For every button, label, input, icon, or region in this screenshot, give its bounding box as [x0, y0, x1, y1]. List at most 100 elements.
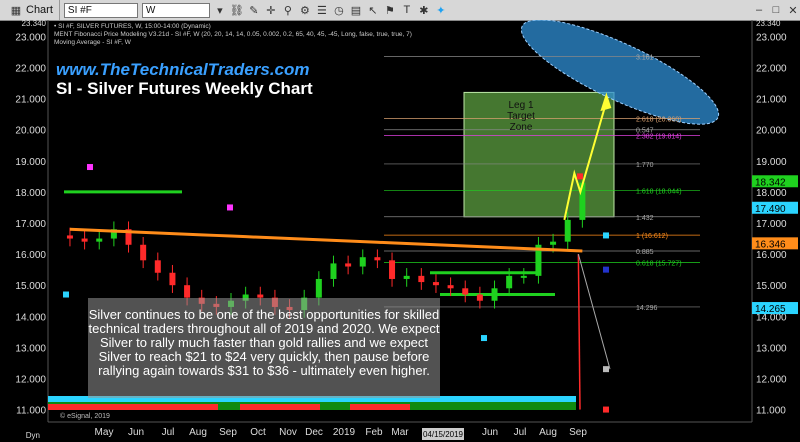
- website-url[interactable]: www.TheTechnicalTraders.com: [56, 60, 310, 80]
- y-tick-label-right: 22.000: [756, 64, 787, 75]
- y-tick-label-right: 12.000: [756, 374, 787, 385]
- y-tick-label-left: 20.000: [15, 126, 46, 137]
- x-tick-label: Jul: [514, 427, 527, 438]
- copyright-text: © eSignal, 2019: [60, 412, 110, 420]
- fib-level-label: 1 (16.612): [636, 233, 668, 240]
- interval-input[interactable]: W: [141, 2, 210, 18]
- y-tick-label-left: 21.000: [15, 95, 46, 106]
- pencil-icon[interactable]: ✎: [247, 3, 261, 17]
- list-icon[interactable]: ☰: [315, 3, 329, 17]
- info-line: MENT Fibonacci Price Modeling V3.21d - S…: [54, 31, 412, 38]
- signal-bar-red: [240, 404, 320, 410]
- maximize-icon[interactable]: □: [769, 3, 783, 17]
- x-tick-label: Dec: [305, 427, 323, 438]
- cursor-icon[interactable]: ↖: [366, 3, 380, 17]
- down-projection-line: [577, 254, 581, 410]
- description-box: Silver continues to be one of the best o…: [88, 298, 440, 398]
- indicator-info: • SI #F, SILVER FUTURES, W, 15:00-14:00 …: [54, 23, 412, 47]
- chart-tab[interactable]: ▦ Chart: [0, 0, 60, 20]
- y-tick-label-right: 20.000: [756, 126, 787, 137]
- price-tag-label: 14.265: [755, 304, 786, 315]
- level-marker: [227, 204, 233, 211]
- level-marker: [603, 266, 609, 273]
- candle-body: [330, 263, 337, 279]
- symbol-input[interactable]: SI #F: [63, 2, 138, 18]
- dropdown-icon[interactable]: ▾: [213, 3, 227, 17]
- link-icon[interactable]: ⛓: [230, 3, 244, 17]
- x-tick-label: Jun: [128, 427, 144, 438]
- fib-level-label: 1.770: [636, 162, 654, 169]
- candle-body: [462, 288, 469, 295]
- fib-level-label: 2.618 (20.360): [636, 117, 682, 124]
- y-tick-label-left: 23.000: [15, 32, 46, 43]
- y-tick-label-left: 13.000: [15, 343, 46, 354]
- gear-icon[interactable]: ⚙: [298, 3, 312, 17]
- candle-body: [154, 260, 161, 273]
- y-tick-label-right: 21.000: [756, 95, 787, 106]
- pin-icon[interactable]: ⚑: [383, 3, 397, 17]
- y-tick-label-right: 13.000: [756, 343, 787, 354]
- crosshair-icon[interactable]: ✛: [264, 3, 278, 17]
- grid-icon[interactable]: ▤: [349, 3, 363, 17]
- y-tick-label-left: 22.000: [15, 64, 46, 75]
- top-value-left: 23.340: [22, 20, 47, 28]
- candle-body: [359, 257, 366, 267]
- level-marker: [577, 173, 583, 180]
- candle-body: [418, 275, 425, 283]
- chart-toolbar: ▦ Chart SI #F W ▾ ⛓ ✎ ✛ ⚲ ⚙ ☰ ◷ ▤ ↖ ⚑ T …: [0, 0, 800, 21]
- chart-icon: ▦: [10, 4, 22, 17]
- y-tick-label-left: 16.000: [15, 250, 46, 261]
- candle-body: [550, 241, 557, 245]
- text-icon[interactable]: T: [400, 3, 414, 17]
- clock-icon[interactable]: ◷: [332, 3, 346, 17]
- candle-body: [315, 278, 322, 298]
- moving-average-line: [69, 227, 583, 253]
- x-tick-label: May: [95, 427, 114, 438]
- candle-body: [345, 263, 352, 267]
- date-tag-label: 04/15/2019: [423, 430, 464, 439]
- candle-body: [432, 282, 439, 286]
- top-value-right: 23.340: [756, 20, 781, 28]
- close-icon[interactable]: ✕: [786, 3, 800, 17]
- signal-bar-red: [48, 404, 218, 410]
- y-tick-label-left: 14.000: [15, 312, 46, 323]
- info-line: Moving Average - SI #F, W: [54, 39, 131, 46]
- y-tick-label-right: 11.000: [756, 406, 786, 417]
- x-tick-label: Jun: [482, 427, 498, 438]
- candle-body: [389, 260, 396, 279]
- zoom-icon[interactable]: ⚲: [281, 3, 295, 17]
- y-tick-label-left: 19.000: [15, 157, 46, 168]
- y-tick-label-right: 23.000: [756, 32, 787, 43]
- fib-level-label: 2.382 (19.814): [636, 134, 682, 141]
- level-marker: [63, 291, 69, 298]
- level-marker: [481, 335, 487, 342]
- level-marker: [603, 232, 609, 239]
- candle-body: [184, 285, 191, 298]
- candle-body: [447, 285, 454, 289]
- y-tick-label-left: 18.000: [15, 188, 46, 199]
- candle-body: [476, 294, 483, 301]
- twitter-icon[interactable]: ✦: [434, 3, 448, 17]
- minimize-icon[interactable]: –: [752, 3, 766, 17]
- y-tick-label-left: 15.000: [15, 281, 46, 292]
- level-marker: [87, 164, 93, 171]
- candle-body: [403, 275, 410, 279]
- y-tick-label-left: 11.000: [16, 406, 46, 417]
- x-tick-label: Aug: [189, 427, 207, 438]
- price-tag-label: 17.490: [755, 204, 786, 215]
- candle-body: [140, 244, 147, 261]
- fib-level-label: 1.618 (18.044): [636, 189, 682, 196]
- info-line: • SI #F, SILVER FUTURES, W, 15:00-14:00 …: [54, 23, 211, 30]
- settings-icon[interactable]: ✱: [417, 3, 431, 17]
- candle-body: [506, 275, 513, 289]
- y-tick-label-left: 12.000: [15, 374, 46, 385]
- level-marker: [603, 366, 609, 373]
- candle-body: [66, 235, 73, 239]
- candle-body: [520, 275, 527, 278]
- y-tick-label-right: 15.000: [756, 281, 787, 292]
- x-tick-label: Sep: [219, 427, 237, 438]
- x-tick-label: Feb: [365, 427, 383, 438]
- y-tick-label-right: 18.000: [756, 188, 787, 199]
- candle-body: [96, 238, 103, 242]
- x-tick-label: Sep: [569, 427, 587, 438]
